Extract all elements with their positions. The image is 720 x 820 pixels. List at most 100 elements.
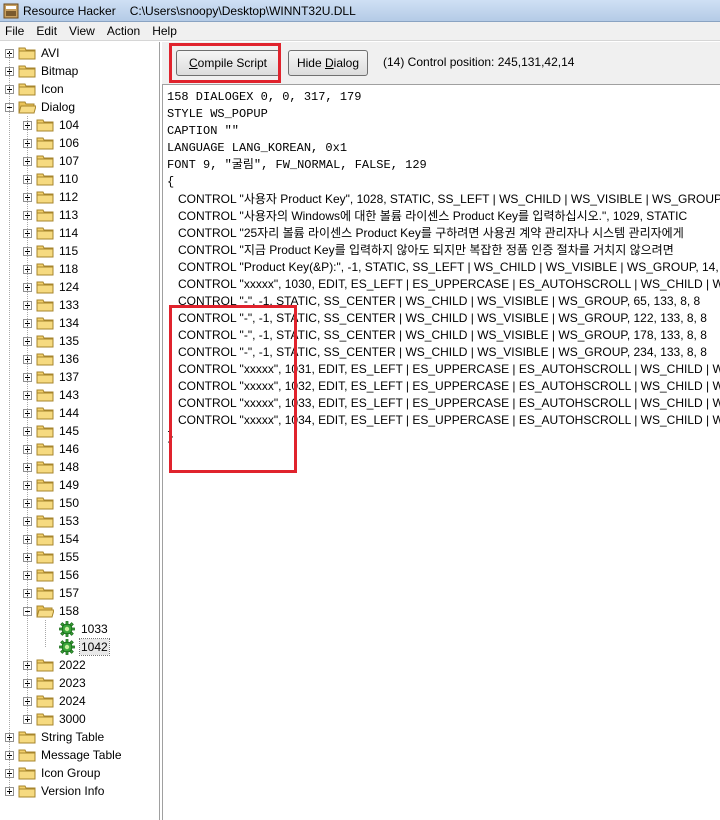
tree-item-2023[interactable]: 2023 <box>23 674 87 692</box>
tree-item-154[interactable]: 154 <box>23 530 80 548</box>
tree-item-2022[interactable]: 2022 <box>23 656 87 674</box>
folder-icon <box>36 550 54 564</box>
tree-item-150[interactable]: 150 <box>23 494 80 512</box>
tree-item-118[interactable]: 118 <box>23 260 79 278</box>
tree-item-label: 146 <box>59 442 80 456</box>
tree-item-label: 1033 <box>81 622 108 636</box>
tree-item-label: 2023 <box>59 676 86 690</box>
tree-item-144[interactable]: 144 <box>23 404 80 422</box>
folder-icon <box>36 352 54 366</box>
tree-item-113[interactable]: 113 <box>23 206 79 224</box>
tree-item-146[interactable]: 146 <box>23 440 80 458</box>
tree-item-label: Bitmap <box>41 64 79 78</box>
folder-icon <box>36 568 54 582</box>
tree-item-156[interactable]: 156 <box>23 566 80 584</box>
folder-icon <box>36 496 54 510</box>
tree-item-label: 3000 <box>59 712 86 726</box>
resource-tree: AVI Bitmap Icon Dialog 104 106 107 110 112 113 114… <box>0 42 159 820</box>
folder-icon <box>36 532 54 546</box>
script-control-line: CONTROL "지금 Product Key를 입력하지 않아도 되지만 복잡… <box>178 243 674 257</box>
folder-icon <box>36 694 54 708</box>
tree-item-icon-group[interactable]: Icon Group <box>5 764 101 782</box>
tree-item-version-info[interactable]: Version Info <box>5 782 105 800</box>
folder-icon <box>18 82 36 96</box>
tree-item-label: 124 <box>59 280 80 294</box>
tree-item-110[interactable]: 110 <box>23 170 79 188</box>
tree-item-label: 145 <box>59 424 80 438</box>
tree-item-dialog[interactable]: Dialog <box>5 98 76 116</box>
tree-item-label: AVI <box>41 46 60 60</box>
tree-item-1042[interactable]: 1042 <box>59 638 110 656</box>
tree-item-message-table[interactable]: Message Table <box>5 746 123 764</box>
folder-icon <box>18 64 36 78</box>
tree-item-icon[interactable]: Icon <box>5 80 65 98</box>
tree-item-149[interactable]: 149 <box>23 476 80 494</box>
menu-view[interactable]: View <box>63 22 101 41</box>
tree-item-145[interactable]: 145 <box>23 422 80 440</box>
tree-item-136[interactable]: 136 <box>23 350 80 368</box>
tree-item-label: 118 <box>59 262 79 276</box>
folder-icon <box>36 424 54 438</box>
folder-icon <box>36 478 54 492</box>
tree-item-155[interactable]: 155 <box>23 548 80 566</box>
tree-item-2024[interactable]: 2024 <box>23 692 87 710</box>
tree-item-label: 134 <box>59 316 80 330</box>
resource-hacker-app-icon <box>3 3 19 18</box>
script-header-line: CAPTION "" <box>167 124 240 138</box>
tree-item-133[interactable]: 133 <box>23 296 80 314</box>
tree-item-135[interactable]: 135 <box>23 332 80 350</box>
tree-item-134[interactable]: 134 <box>23 314 80 332</box>
tree-item-3000[interactable]: 3000 <box>23 710 87 728</box>
hide-dialog-button[interactable]: Hide Dialog <box>288 50 368 76</box>
folder-icon <box>18 766 36 780</box>
tree-item-label: 148 <box>59 460 80 474</box>
resource-tree-panel[interactable]: AVI Bitmap Icon Dialog 104 106 107 110 112 113 114… <box>0 42 160 820</box>
tree-item-label: 154 <box>59 532 80 546</box>
tree-item-label: 155 <box>59 550 80 564</box>
folder-icon <box>18 46 36 60</box>
tree-item-bitmap[interactable]: Bitmap <box>5 62 79 80</box>
script-editor[interactable]: 158 DIALOGEX 0, 0, 317, 179 STYLE WS_POPU… <box>162 84 720 820</box>
folder-icon <box>36 370 54 384</box>
tree-item-104[interactable]: 104 <box>23 116 80 134</box>
tree-item-avi[interactable]: AVI <box>5 44 60 62</box>
tree-item-label: 1042 <box>79 638 110 656</box>
tree-item-153[interactable]: 153 <box>23 512 80 530</box>
tree-item-label: 149 <box>59 478 80 492</box>
script-closing-brace: } <box>167 430 175 444</box>
tree-item-143[interactable]: 143 <box>23 386 80 404</box>
compile-script-button[interactable]: Compile Script <box>176 50 280 76</box>
script-control-line: CONTROL "사용자 Product Key", 1028, STATIC,… <box>178 192 720 206</box>
folder-icon <box>36 388 54 402</box>
tree-item-112[interactable]: 112 <box>23 188 79 206</box>
tree-item-label: 113 <box>59 208 79 222</box>
tree-item-106[interactable]: 106 <box>23 134 80 152</box>
tree-item-string-table[interactable]: String Table <box>5 728 105 746</box>
tree-item-137[interactable]: 137 <box>23 368 80 386</box>
folder-icon <box>36 118 54 132</box>
menu-bar: File Edit View Action Help <box>0 22 720 41</box>
tree-item-157[interactable]: 157 <box>23 584 80 602</box>
tree-item-label: 2022 <box>59 658 86 672</box>
tree-item-label: 136 <box>59 352 80 366</box>
tree-item-114[interactable]: 114 <box>23 224 79 242</box>
menu-action[interactable]: Action <box>101 22 146 41</box>
tree-item-124[interactable]: 124 <box>23 278 80 296</box>
script-panel: Compile Script Hide Dialog (14) Control … <box>162 42 720 820</box>
script-header-line: FONT 9, "굴림", FW_NORMAL, FALSE, 129 <box>167 158 427 172</box>
folder-icon <box>36 190 54 204</box>
folder-icon <box>18 784 36 798</box>
menu-file[interactable]: File <box>0 22 30 41</box>
window-title-file-path: C:\Users\snoopy\Desktop\WINNT32U.DLL <box>129 3 356 18</box>
menu-edit[interactable]: Edit <box>30 22 63 41</box>
script-control-line: CONTROL "25자리 볼륨 라이센스 Product Key를 구하려면 … <box>178 226 684 240</box>
tree-item-107[interactable]: 107 <box>23 152 80 170</box>
script-control-line: CONTROL "xxxxx", 1030, EDIT, ES_LEFT | E… <box>178 277 720 291</box>
title-bar: Resource Hacker C:\Users\snoopy\Desktop\… <box>0 0 720 22</box>
tree-item-158[interactable]: 158 <box>23 602 80 620</box>
tree-item-115[interactable]: 115 <box>23 242 79 260</box>
tree-item-1033[interactable]: 1033 <box>59 620 109 638</box>
tree-item-label: Version Info <box>41 784 105 798</box>
tree-item-148[interactable]: 148 <box>23 458 80 476</box>
menu-help[interactable]: Help <box>146 22 183 41</box>
